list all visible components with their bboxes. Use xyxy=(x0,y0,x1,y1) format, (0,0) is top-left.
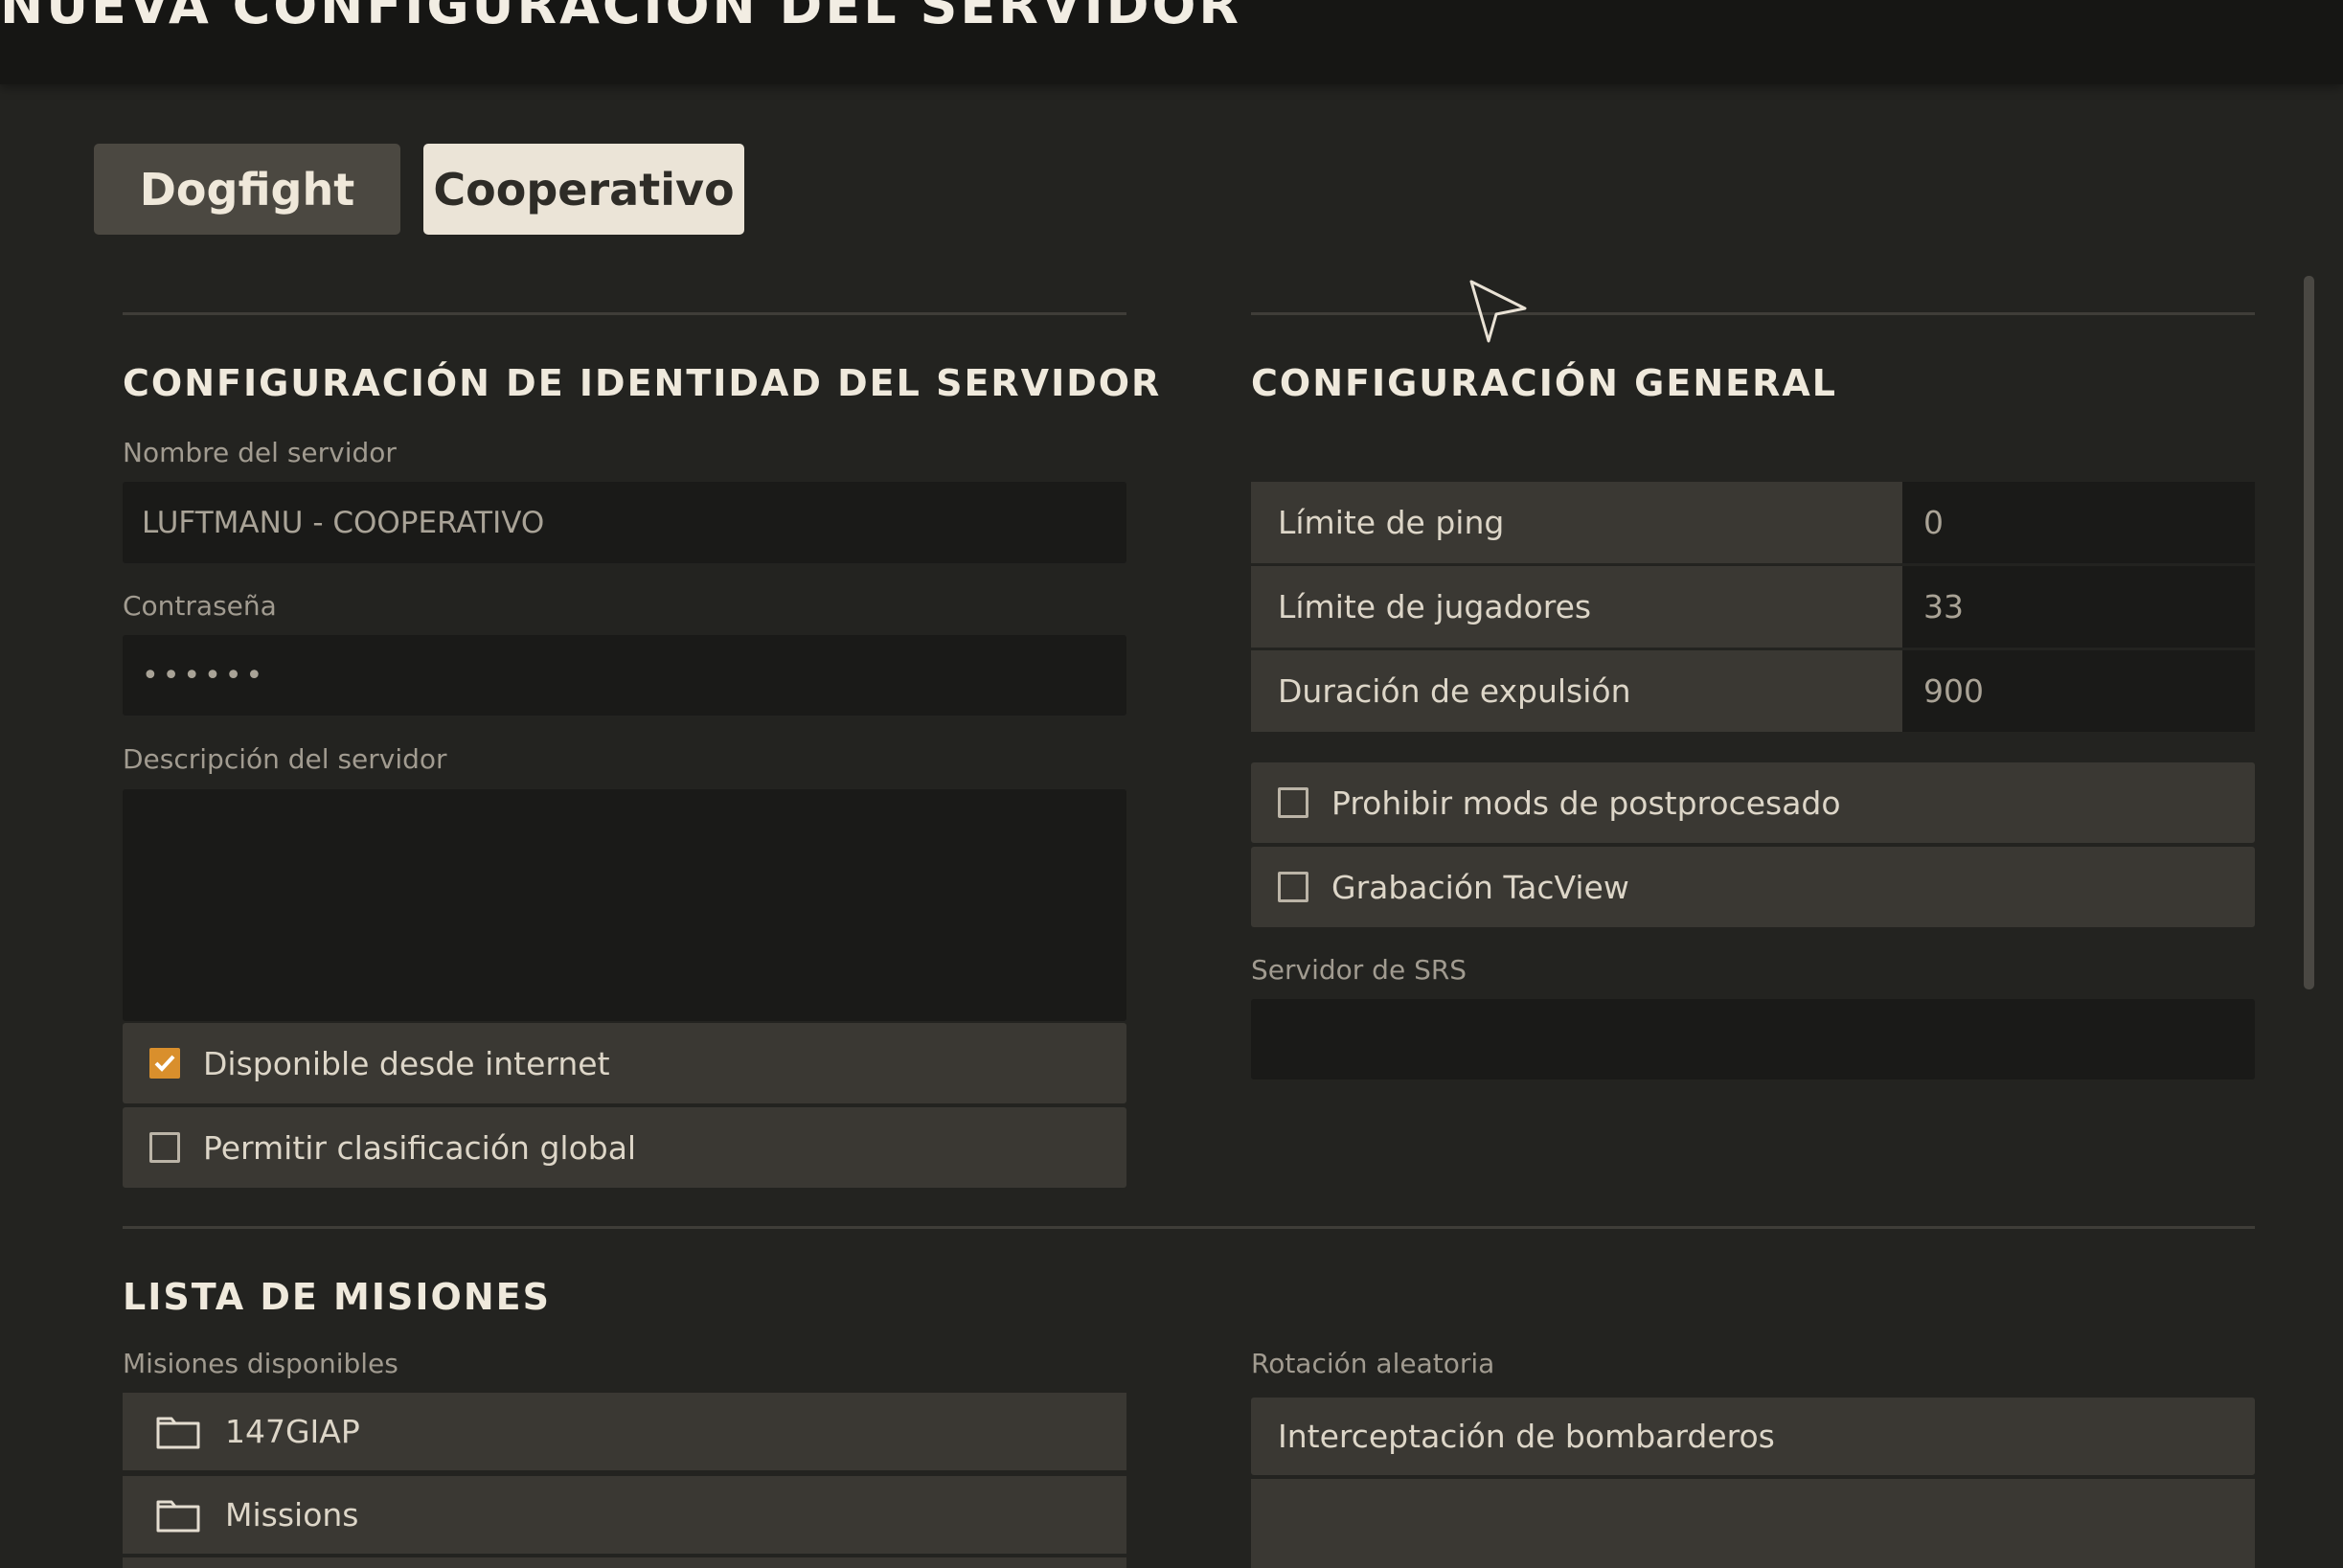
available-internet-label: Disponible desde internet xyxy=(203,1044,610,1082)
available-missions-label: Misiones disponibles xyxy=(123,1348,398,1379)
postprocess-mods-checkbox[interactable] xyxy=(1278,787,1308,818)
mouse-cursor-icon xyxy=(1469,280,1527,343)
missions-section-title: LISTA DE MISIONES xyxy=(123,1276,551,1318)
page-title: NUEVA CONFIGURACIÓN DEL SERVIDOR xyxy=(0,0,1241,35)
password-input[interactable]: •••••• xyxy=(123,635,1126,716)
missions-top-divider xyxy=(123,1226,2255,1229)
mission-folder-label: 147GIAP xyxy=(225,1413,360,1450)
title-bar: NUEVA CONFIGURACIÓN DEL SERVIDOR xyxy=(0,0,2343,84)
scrollbar[interactable] xyxy=(2304,276,2314,989)
kick-duration-label: Duración de expulsión xyxy=(1251,650,1902,732)
general-top-divider xyxy=(1251,312,2255,315)
rotation-list-empty-area xyxy=(1251,1479,2255,1568)
srs-server-input[interactable] xyxy=(1251,999,2255,1079)
folder-icon xyxy=(156,1417,200,1448)
mission-folder-missions[interactable]: Missions xyxy=(123,1476,1126,1554)
mission-folder-label: Missions xyxy=(225,1496,359,1534)
tacview-label: Grabación TacView xyxy=(1331,868,1629,906)
description-label: Descripción del servidor xyxy=(123,743,447,775)
rotation-item-label: Interceptación de bombarderos xyxy=(1278,1418,1775,1455)
global-ranking-label: Permitir clasificación global xyxy=(203,1128,637,1167)
mission-folder-147giap[interactable]: 147GIAP xyxy=(123,1393,1126,1470)
tab-dogfight[interactable]: Dogfight xyxy=(94,144,400,235)
identity-top-divider xyxy=(123,312,1126,315)
ping-limit-input[interactable]: 0 xyxy=(1902,482,2255,563)
identity-section-title: CONFIGURACIÓN DE IDENTIDAD DEL SERVIDOR xyxy=(123,362,1162,404)
kick-duration-input[interactable]: 900 xyxy=(1902,650,2255,732)
srs-server-label: Servidor de SRS xyxy=(1251,954,1467,986)
checkmark-icon xyxy=(154,1055,175,1072)
description-textarea[interactable] xyxy=(123,789,1126,1021)
rotation-item[interactable]: Interceptación de bombarderos xyxy=(1251,1398,2255,1475)
ping-limit-label: Límite de ping xyxy=(1251,482,1902,563)
tab-cooperativo[interactable]: Cooperativo xyxy=(423,144,744,235)
postprocess-mods-label: Prohibir mods de postprocesado xyxy=(1331,784,1841,822)
available-internet-row[interactable]: Disponible desde internet xyxy=(123,1023,1126,1103)
server-name-input[interactable]: LUFTMANU - COOPERATIVO xyxy=(123,482,1126,563)
tacview-checkbox[interactable] xyxy=(1278,872,1308,902)
random-rotation-label: Rotación aleatoria xyxy=(1251,1348,1495,1379)
tacview-row[interactable]: Grabación TacView xyxy=(1251,847,2255,927)
player-limit-label: Límite de jugadores xyxy=(1251,566,1902,648)
player-limit-input[interactable]: 33 xyxy=(1902,566,2255,648)
postprocess-mods-row[interactable]: Prohibir mods de postprocesado xyxy=(1251,762,2255,843)
general-section-title: CONFIGURACIÓN GENERAL xyxy=(1251,362,1837,404)
folder-icon xyxy=(156,1500,200,1532)
global-ranking-checkbox[interactable] xyxy=(149,1132,180,1163)
mission-list-next-row xyxy=(123,1557,1126,1568)
global-ranking-row[interactable]: Permitir clasificación global xyxy=(123,1107,1126,1188)
password-label: Contraseña xyxy=(123,590,277,622)
server-name-label: Nombre del servidor xyxy=(123,437,397,468)
available-internet-checkbox[interactable] xyxy=(149,1048,180,1079)
